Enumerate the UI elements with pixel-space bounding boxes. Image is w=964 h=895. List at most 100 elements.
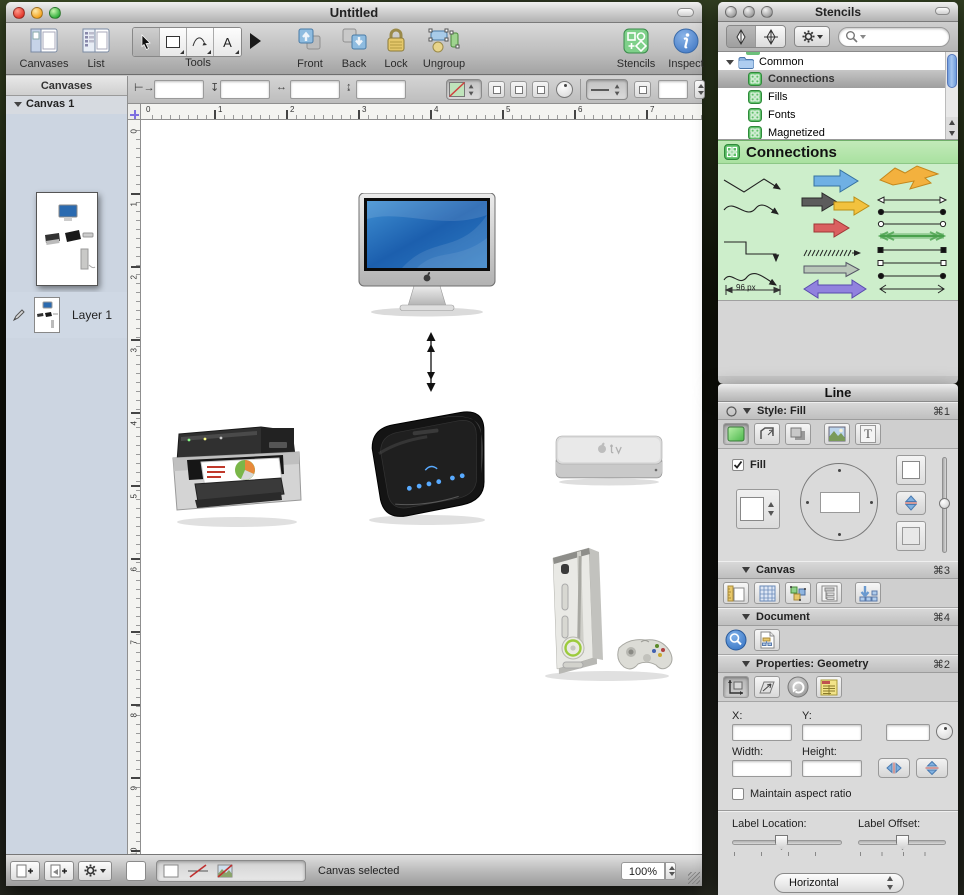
swap-gradient-colors-button[interactable] <box>896 491 926 515</box>
fill-color-well[interactable] <box>736 489 780 529</box>
width-input[interactable] <box>732 760 792 777</box>
stencils-zoom-button[interactable] <box>761 6 773 18</box>
collapse-circle-icon[interactable] <box>726 406 737 417</box>
gradient-color-1-button[interactable] <box>896 455 926 485</box>
shear-tab[interactable] <box>754 676 780 698</box>
front-button[interactable]: Front <box>288 27 332 70</box>
geometry-section-header[interactable]: Properties: Geometry ⌘2 <box>718 655 958 673</box>
lock-button[interactable]: Lock <box>378 27 414 70</box>
label-location-slider[interactable] <box>732 840 842 845</box>
image-style-tab[interactable] <box>824 423 850 445</box>
orientation-dropdown[interactable]: Horizontal <box>774 873 904 893</box>
stroke-color-well[interactable] <box>658 80 688 99</box>
x-input[interactable] <box>732 724 792 741</box>
line-endpoint-button[interactable] <box>634 81 651 98</box>
xbox-image[interactable] <box>537 536 677 689</box>
height-field[interactable] <box>356 80 406 99</box>
stencils-titlebar[interactable]: Stencils <box>718 2 958 22</box>
stencils-close-button[interactable] <box>725 6 737 18</box>
shadow-option-1-button[interactable] <box>488 81 505 98</box>
document-data-tab[interactable] <box>754 629 780 651</box>
inspect-button[interactable]: Inspect <box>664 27 708 70</box>
note-tab[interactable] <box>816 676 842 698</box>
router-image[interactable] <box>351 408 503 533</box>
style-tray[interactable] <box>156 860 306 882</box>
disclosure-triangle-icon[interactable] <box>14 102 22 107</box>
stencil-search-input[interactable] <box>838 27 950 47</box>
fill-style-tab[interactable] <box>723 423 749 445</box>
connections-stencil-preview[interactable]: 96 px <box>718 164 958 300</box>
ungroup-button[interactable]: Ungroup <box>414 27 474 70</box>
label-offset-thumb[interactable] <box>896 835 909 850</box>
text-tool[interactable]: A <box>214 28 241 56</box>
printer-image[interactable] <box>165 420 311 535</box>
vertical-arrow-shape[interactable] <box>424 332 438 397</box>
shape-tool[interactable] <box>160 28 187 56</box>
x-position-field[interactable] <box>154 80 204 99</box>
shadow-option-3-button[interactable] <box>532 81 549 98</box>
canvas-disclosure-icon[interactable] <box>742 567 750 573</box>
rotation-input[interactable] <box>886 724 930 741</box>
stencils-action-menu[interactable] <box>794 26 830 47</box>
scrollbar-thumb[interactable] <box>947 54 957 88</box>
canvas-size-tab[interactable] <box>723 582 749 604</box>
layer-1-row[interactable]: Layer 1 <box>6 292 127 338</box>
shadow-angle-dial[interactable] <box>556 81 573 98</box>
inspector-title[interactable]: Line <box>718 384 958 402</box>
fill-style-well[interactable] <box>446 79 482 100</box>
canvas-1-thumbnail[interactable] <box>36 192 98 286</box>
fill-gradient-dial[interactable] <box>800 463 878 541</box>
imac-image[interactable] <box>357 193 497 323</box>
canvas-section-header[interactable]: Canvas ⌘3 <box>718 561 958 579</box>
minimize-button[interactable] <box>31 7 43 19</box>
magnet-mode-button[interactable] <box>727 26 756 47</box>
y-position-field[interactable] <box>220 80 270 99</box>
scrollbar-arrows[interactable] <box>945 117 958 139</box>
text-style-tab[interactable]: T <box>855 423 881 445</box>
alignment-tab[interactable] <box>785 582 811 604</box>
zoom-stepper[interactable] <box>665 862 676 880</box>
toolbar-collapse-button[interactable] <box>677 8 694 17</box>
appletv-image[interactable] <box>552 432 666 493</box>
outline-tab[interactable] <box>816 582 842 604</box>
width-field[interactable] <box>290 80 340 99</box>
selection-tool[interactable] <box>133 28 160 56</box>
shadow-option-2-button[interactable] <box>510 81 527 98</box>
fill-checkbox[interactable] <box>732 459 744 471</box>
rotation-dial[interactable] <box>936 723 953 740</box>
fill-swatch-button[interactable] <box>126 861 146 881</box>
magnet-all-mode-button[interactable] <box>756 26 785 47</box>
style-section-header[interactable]: Style: Fill ⌘1 <box>718 402 958 420</box>
stencil-item-magnetized[interactable]: Magnetized <box>718 124 958 140</box>
list-button[interactable]: List <box>76 27 116 70</box>
stencils-minimize-button[interactable] <box>743 6 755 18</box>
maintain-aspect-checkbox[interactable] <box>732 788 744 800</box>
add-canvas-button[interactable] <box>10 861 40 881</box>
rotate-tab[interactable] <box>785 676 811 698</box>
stencil-item-fonts[interactable]: Fonts <box>718 106 958 124</box>
diagram-layout-tab[interactable] <box>855 582 881 604</box>
position-tab[interactable] <box>723 676 749 698</box>
folder-disclosure-icon[interactable] <box>726 60 734 65</box>
y-input[interactable] <box>802 724 862 741</box>
label-offset-slider[interactable] <box>858 840 946 845</box>
close-button[interactable] <box>13 7 25 19</box>
style-disclosure-icon[interactable] <box>743 408 751 414</box>
document-disclosure-icon[interactable] <box>742 614 750 620</box>
add-layer-button[interactable] <box>44 861 74 881</box>
fill-opacity-thumb[interactable] <box>939 498 950 509</box>
canvases-button[interactable]: Canvases <box>14 27 74 70</box>
document-section-header[interactable]: Document ⌘4 <box>718 608 958 626</box>
stencil-item-connections[interactable]: Connections <box>718 70 958 88</box>
stencils-toggle-button[interactable]: Stencils <box>612 27 660 70</box>
fill-opacity-slider[interactable] <box>942 457 947 553</box>
geometry-disclosure-icon[interactable] <box>742 661 750 667</box>
flip-horizontal-button[interactable] <box>878 758 910 778</box>
gradient-color-2-button[interactable] <box>896 521 926 551</box>
stroke-width-stepper[interactable] <box>694 80 705 99</box>
flip-vertical-button[interactable] <box>916 758 948 778</box>
stencil-item-fills[interactable]: Fills <box>718 88 958 106</box>
grid-tab[interactable] <box>754 582 780 604</box>
height-input[interactable] <box>802 760 862 777</box>
main-titlebar[interactable]: Untitled <box>6 2 702 23</box>
